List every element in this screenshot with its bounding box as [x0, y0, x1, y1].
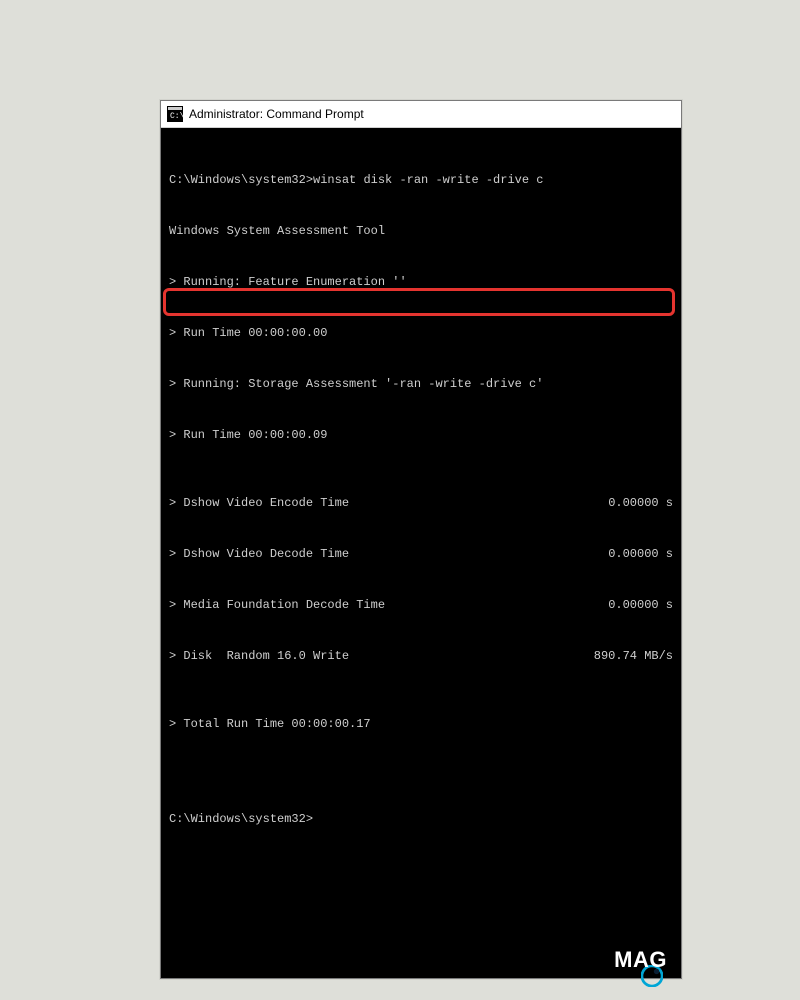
watermark-text: MAG [614, 951, 667, 968]
timing-row-highlighted: > Disk Random 16.0 Write 890.74 MB/s [169, 648, 673, 665]
timing-row: > Dshow Video Encode Time 0.00000 s [169, 495, 673, 512]
timing-value: 890.74 MB/s [573, 648, 673, 665]
entered-command: winsat disk -ran -write -drive c [313, 173, 543, 187]
timing-value: 0.00000 s [573, 546, 673, 563]
output-line: > Running: Feature Enumeration '' [169, 274, 673, 291]
output-line: > Run Time 00:00:00.00 [169, 325, 673, 342]
timing-label: > Dshow Video Encode Time [169, 495, 349, 512]
output-line: > Run Time 00:00:00.09 [169, 427, 673, 444]
timing-row: > Dshow Video Decode Time 0.00000 s [169, 546, 673, 563]
pmag-watermark: MAG [588, 948, 667, 970]
cmd-icon: C:\ [167, 106, 183, 122]
timing-label: > Dshow Video Decode Time [169, 546, 349, 563]
titlebar[interactable]: C:\ Administrator: Command Prompt [161, 101, 681, 128]
prompt: C:\Windows\system32> [169, 173, 313, 187]
timing-label: > Media Foundation Decode Time [169, 597, 385, 614]
svg-text:C:\: C:\ [170, 112, 183, 121]
output-line: > Total Run Time 00:00:00.17 [169, 716, 673, 733]
command-prompt-window: C:\ Administrator: Command Prompt C:\Win… [160, 100, 682, 979]
timing-value: 0.00000 s [573, 495, 673, 512]
timing-label: > Disk Random 16.0 Write [169, 648, 349, 665]
annotation-highlight-box [163, 288, 675, 316]
output-line: Windows System Assessment Tool [169, 223, 673, 240]
prompt: C:\Windows\system32> [169, 812, 313, 826]
prompt-line: C:\Windows\system32>winsat disk -ran -wr… [169, 172, 673, 189]
output-line: > Running: Storage Assessment '-ran -wri… [169, 376, 673, 393]
prompt-line: C:\Windows\system32> [169, 811, 673, 828]
terminal-output[interactable]: C:\Windows\system32>winsat disk -ran -wr… [161, 128, 681, 978]
window-title: Administrator: Command Prompt [189, 107, 364, 121]
timing-value: 0.00000 s [573, 597, 673, 614]
timing-row: > Media Foundation Decode Time 0.00000 s [169, 597, 673, 614]
p-logo-icon [588, 948, 610, 970]
